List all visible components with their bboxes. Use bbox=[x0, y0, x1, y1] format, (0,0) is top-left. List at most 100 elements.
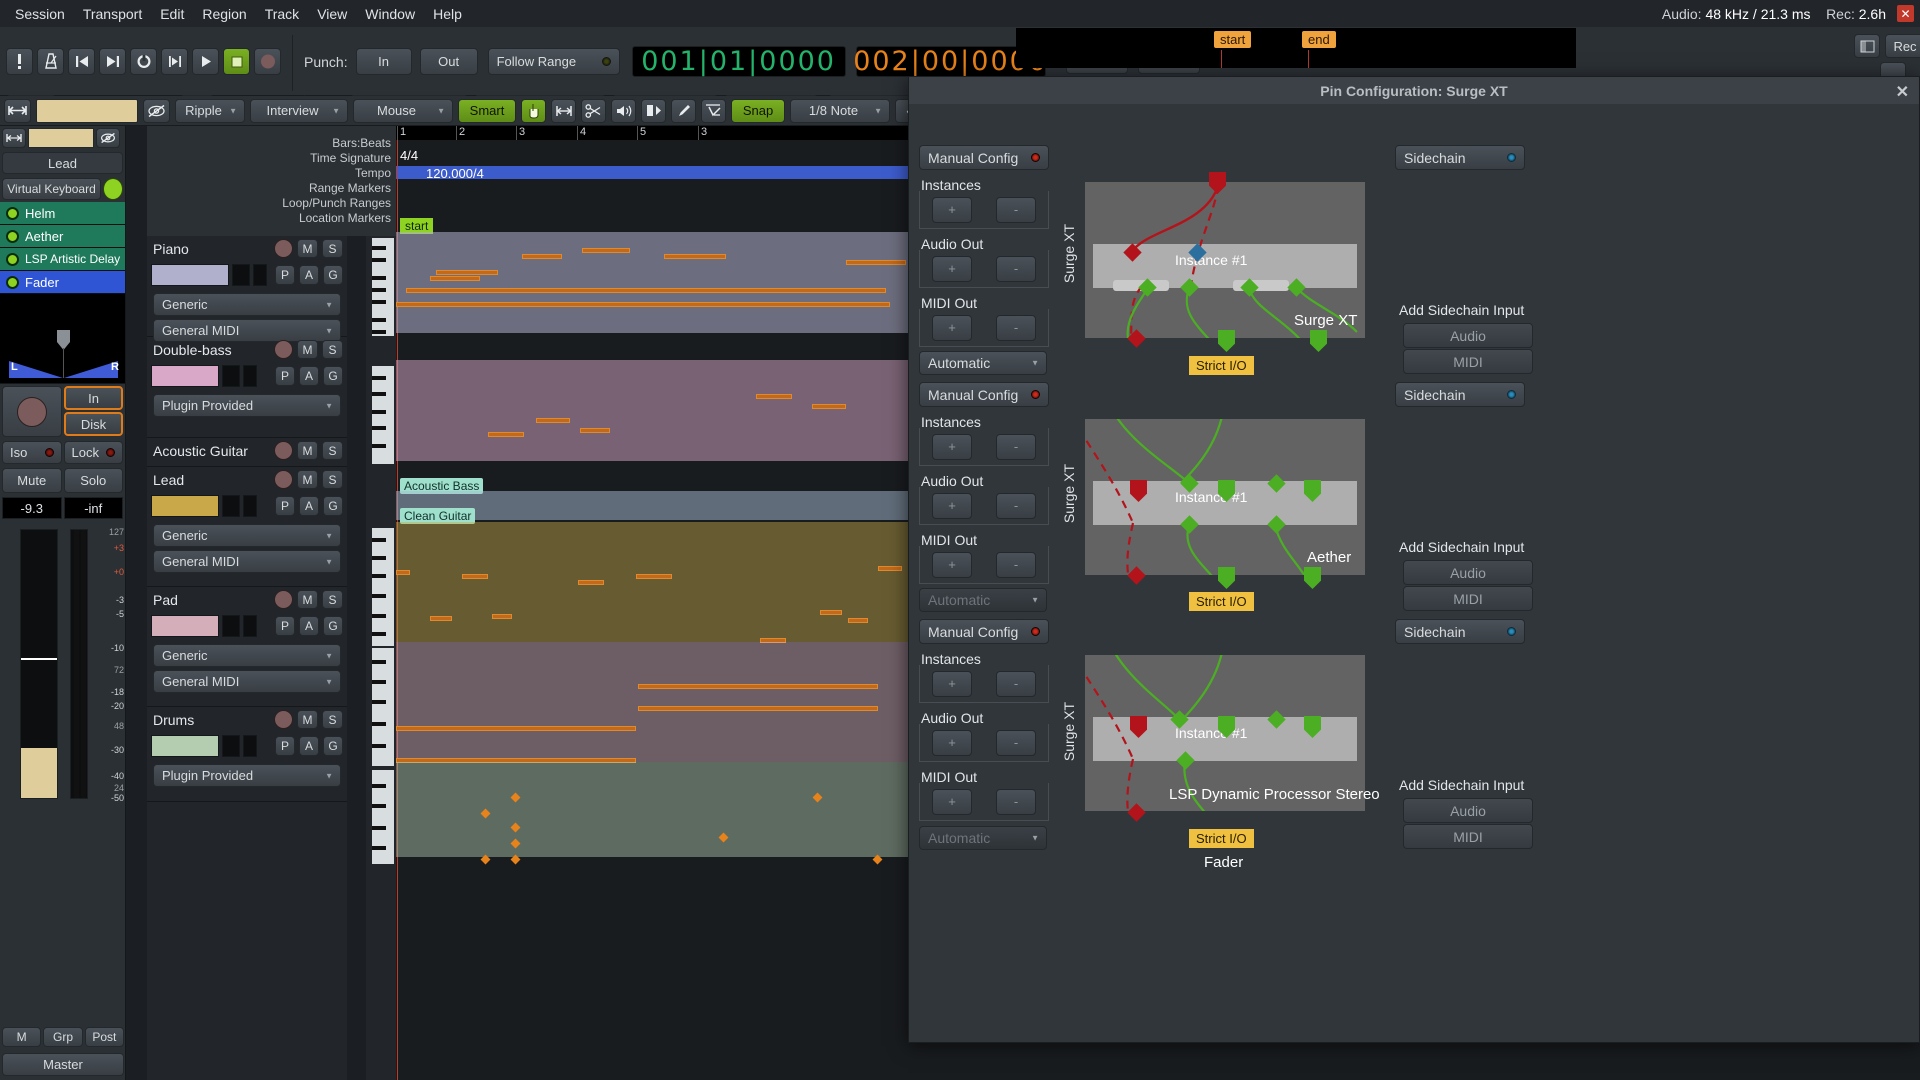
zoom-focus-strip[interactable] bbox=[36, 99, 138, 123]
lead-keys[interactable] bbox=[372, 528, 394, 646]
zoom-fit-icon[interactable] bbox=[4, 99, 31, 123]
menu-item-transport[interactable]: Transport bbox=[74, 3, 151, 25]
track-gain-fader[interactable] bbox=[151, 615, 219, 637]
strip-color-swatch[interactable] bbox=[28, 128, 94, 148]
solo-button[interactable]: Solo bbox=[64, 468, 124, 493]
playlist-button[interactable]: P bbox=[275, 366, 295, 386]
instances-add-button[interactable]: + bbox=[932, 434, 972, 460]
track-header-lead[interactable]: Lead M S P A G Generic▼ General MIDI▼ bbox=[147, 467, 347, 587]
processor-active-led[interactable] bbox=[6, 230, 19, 243]
snap-toggle-button[interactable]: Snap bbox=[731, 99, 785, 123]
midi-out-add-button[interactable]: + bbox=[932, 789, 972, 815]
board-2-out-flag-c[interactable] bbox=[1304, 567, 1321, 589]
mute-button[interactable]: M bbox=[297, 590, 318, 609]
audition-tool-icon[interactable] bbox=[611, 99, 636, 123]
midi-out-add-button[interactable]: + bbox=[932, 315, 972, 341]
follow-range-button[interactable]: Follow Range bbox=[488, 48, 620, 75]
go-to-start-icon[interactable] bbox=[68, 48, 95, 75]
processor-active-led[interactable] bbox=[6, 253, 19, 266]
gain-fader-handle[interactable] bbox=[21, 658, 57, 660]
track-gain-fader[interactable] bbox=[151, 365, 219, 387]
group-button[interactable]: G bbox=[323, 736, 343, 756]
go-to-end-icon[interactable] bbox=[99, 48, 126, 75]
meter-point-button[interactable]: Post bbox=[85, 1027, 124, 1047]
peak-display[interactable]: -inf bbox=[64, 497, 124, 519]
mute-button[interactable]: M bbox=[297, 340, 318, 359]
track-gain-fader[interactable] bbox=[151, 264, 229, 286]
menu-item-track[interactable]: Track bbox=[256, 3, 308, 25]
master-bus-button[interactable]: Master bbox=[2, 1053, 124, 1076]
midi-out-remove-button[interactable]: - bbox=[996, 315, 1036, 341]
ruler-label-loop-punch[interactable]: Loop/Punch Ranges bbox=[147, 196, 396, 211]
play-range-icon[interactable] bbox=[161, 48, 188, 75]
gain-display[interactable]: -9.3 bbox=[2, 497, 62, 519]
processor-active-led[interactable] bbox=[6, 276, 19, 289]
mute-button[interactable]: M bbox=[297, 239, 318, 258]
stretch-tool-icon[interactable] bbox=[641, 99, 666, 123]
menu-item-edit[interactable]: Edit bbox=[151, 3, 193, 25]
strip-input-button[interactable]: Virtual Keyboard bbox=[2, 178, 101, 200]
metering-point-button[interactable]: M bbox=[2, 1027, 41, 1047]
group-button[interactable]: Grp bbox=[43, 1027, 82, 1047]
trim-knob-dial[interactable] bbox=[17, 397, 47, 427]
strip-track-name[interactable]: Lead bbox=[2, 152, 123, 174]
playlist-button[interactable]: P bbox=[275, 616, 295, 636]
stop-icon[interactable] bbox=[223, 48, 250, 75]
group-button[interactable]: G bbox=[323, 366, 343, 386]
record-enable-button[interactable] bbox=[274, 590, 293, 609]
processor-fader[interactable]: Fader bbox=[0, 271, 125, 294]
manual-config-button-1[interactable]: Manual Config bbox=[919, 145, 1049, 170]
edit-automation-icon[interactable] bbox=[701, 99, 726, 123]
window-close-button[interactable]: ✕ bbox=[1897, 5, 1914, 22]
tempo-marker[interactable]: 120.000/4 bbox=[426, 166, 484, 181]
track-gain-fader[interactable] bbox=[151, 735, 219, 757]
midi-patch-combo[interactable]: General MIDI▼ bbox=[153, 670, 341, 693]
solo-button[interactable]: S bbox=[322, 239, 343, 258]
mini-timeline[interactable]: start end bbox=[1016, 28, 1576, 68]
mute-button[interactable]: M bbox=[297, 441, 318, 460]
automation-button[interactable]: A bbox=[299, 265, 319, 285]
strict-io-badge-1[interactable]: Strict I/O bbox=[1189, 356, 1254, 375]
mini-marker-start[interactable]: start bbox=[1214, 31, 1251, 48]
ruler-label-tempo[interactable]: Tempo bbox=[147, 166, 396, 181]
midi-channel-combo[interactable]: Generic▼ bbox=[153, 293, 341, 316]
trim-knob[interactable] bbox=[2, 386, 62, 437]
punch-out-button[interactable]: Out bbox=[420, 48, 478, 75]
record-enable-button[interactable] bbox=[274, 470, 293, 489]
record-enable-button[interactable] bbox=[274, 710, 293, 729]
midi-keyboard-column[interactable] bbox=[366, 236, 396, 1080]
instances-remove-button[interactable]: - bbox=[996, 434, 1036, 460]
midi-input-led[interactable] bbox=[103, 178, 123, 200]
manual-config-button-3[interactable]: Manual Config bbox=[919, 619, 1049, 644]
automation-button[interactable]: A bbox=[299, 496, 319, 516]
instances-add-button[interactable]: + bbox=[932, 671, 972, 697]
audio-out-remove-button[interactable]: - bbox=[996, 493, 1036, 519]
playlist-button[interactable]: P bbox=[275, 736, 295, 756]
time-signature-marker[interactable]: 4/4 bbox=[400, 148, 418, 163]
ruler-label-time-signature[interactable]: Time Signature bbox=[147, 151, 396, 166]
track-header-drums[interactable]: Drums M S P A G Plugin Provided▼ bbox=[147, 707, 347, 802]
record-enable-button[interactable] bbox=[274, 340, 293, 359]
audio-out-add-button[interactable]: + bbox=[932, 493, 972, 519]
drums-keys[interactable] bbox=[372, 770, 394, 864]
mute-button[interactable]: M bbox=[297, 470, 318, 489]
solo-button[interactable]: S bbox=[322, 590, 343, 609]
sidechain-audio-button-2[interactable]: Audio bbox=[1403, 560, 1533, 585]
close-icon[interactable]: ✕ bbox=[1896, 82, 1909, 102]
automation-button[interactable]: A bbox=[299, 736, 319, 756]
midi-channel-combo[interactable]: Generic▼ bbox=[153, 644, 341, 667]
group-button[interactable]: G bbox=[323, 496, 343, 516]
panner-handle[interactable] bbox=[57, 330, 70, 350]
group-button[interactable]: G bbox=[323, 265, 343, 285]
gain-fader[interactable] bbox=[20, 529, 58, 799]
sidechain-audio-button-3[interactable]: Audio bbox=[1403, 798, 1533, 823]
piano-keys[interactable] bbox=[372, 238, 394, 336]
sidechain-midi-button-3[interactable]: MIDI bbox=[1403, 824, 1533, 849]
play-icon[interactable] bbox=[192, 48, 219, 75]
draw-tool-icon[interactable] bbox=[671, 99, 696, 123]
track-header-piano[interactable]: Piano M S P A G Generic▼ General MIDI▼ bbox=[147, 236, 347, 337]
record-enable-button[interactable] bbox=[274, 441, 293, 460]
ruler-label-location-markers[interactable]: Location Markers bbox=[147, 211, 396, 226]
mini-marker-end[interactable]: end bbox=[1302, 31, 1336, 48]
playlist-button[interactable]: P bbox=[275, 496, 295, 516]
